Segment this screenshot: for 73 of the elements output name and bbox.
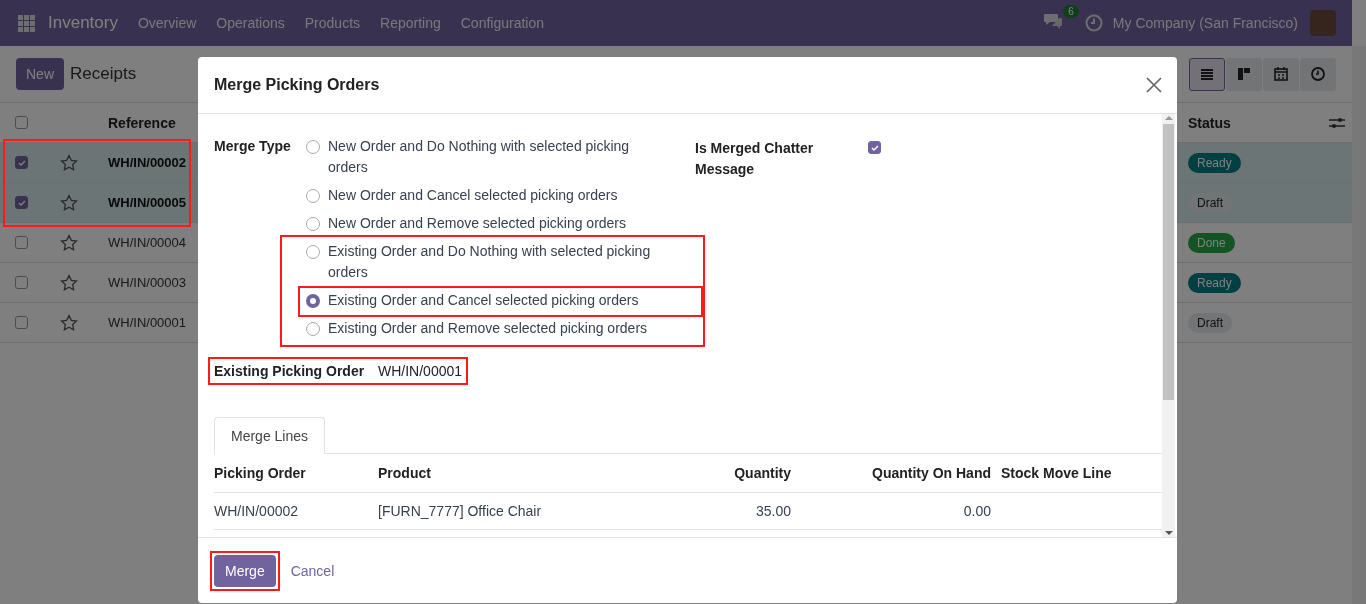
- close-icon: [1145, 76, 1163, 94]
- calendar-view-icon: [1272, 65, 1290, 83]
- check-icon: [16, 157, 27, 168]
- page-title: Receipts: [70, 64, 137, 84]
- column-header[interactable]: Reference: [108, 114, 176, 131]
- close-button[interactable]: [1145, 76, 1163, 94]
- radio-label[interactable]: New Order and Do Nothing with selected picking orders: [328, 136, 668, 178]
- status-badge: Ready: [1188, 152, 1241, 173]
- kanban-view-icon: [1235, 65, 1253, 83]
- check-icon: [16, 197, 27, 208]
- radio-label[interactable]: New Order and Remove selected picking orders: [328, 213, 627, 234]
- scroll-up-arrow-icon[interactable]: [1163, 114, 1174, 122]
- scrollbar[interactable]: [1162, 114, 1175, 537]
- radio-label[interactable]: Existing Order and Remove selected picking orders: [328, 318, 648, 339]
- row-checkbox[interactable]: [15, 316, 28, 329]
- row-checkbox[interactable]: [15, 156, 28, 169]
- chatter-checkbox[interactable]: [868, 141, 881, 154]
- radio-button[interactable]: [306, 322, 320, 336]
- view-switch-button[interactable]: [1300, 57, 1336, 91]
- row-checkbox[interactable]: [15, 236, 28, 249]
- reference-cell: WH/IN/00005: [108, 195, 187, 210]
- reference-cell: WH/IN/00003: [108, 275, 187, 290]
- radio-label[interactable]: Existing Order and Cancel selected picking orders: [328, 290, 639, 311]
- check-icon: [869, 142, 880, 153]
- star-icon[interactable]: [60, 313, 78, 332]
- cancel-button[interactable]: Cancel: [279, 554, 346, 587]
- merge-button[interactable]: Merge: [214, 554, 276, 587]
- row-checkbox[interactable]: [15, 276, 28, 289]
- table-cell: 0.00: [963, 503, 991, 519]
- message-count-badge: 6: [1063, 5, 1079, 18]
- view-switch-button[interactable]: [1189, 57, 1225, 91]
- view-switch-button[interactable]: [1263, 57, 1299, 91]
- status-badge: Done: [1188, 232, 1235, 253]
- status-badge: Ready: [1188, 272, 1241, 293]
- radio-button[interactable]: [306, 217, 320, 231]
- column-header[interactable]: Product: [378, 454, 628, 493]
- table-cell: WH/IN/00002: [214, 503, 299, 519]
- clock-icon: [1309, 65, 1327, 83]
- radio-label[interactable]: Existing Order and Do Nothing with selected picking orders: [328, 241, 668, 283]
- radio-button[interactable]: [306, 189, 320, 203]
- radio-button[interactable]: [306, 294, 320, 308]
- field-label: Merge Type: [214, 138, 292, 156]
- star-icon[interactable]: [60, 193, 78, 212]
- field-label: Is Merged Chatter Message: [695, 139, 815, 179]
- column-header[interactable]: Quantity On Hand: [791, 454, 991, 493]
- table-cell: [FURN_7777] Office Chair: [378, 503, 542, 519]
- star-icon[interactable]: [60, 153, 78, 172]
- status-badge: Draft: [1188, 192, 1232, 213]
- star-icon[interactable]: [60, 273, 78, 292]
- column-header[interactable]: Quantity: [628, 454, 791, 493]
- dialog-title: Merge Picking Orders: [214, 76, 380, 94]
- status-badge: Draft: [1188, 312, 1232, 333]
- picking-order-field[interactable]: WH/IN/00001: [378, 363, 463, 379]
- view-switch-button[interactable]: [1226, 57, 1262, 91]
- chat-icon[interactable]: [1042, 11, 1063, 30]
- scrollbar[interactable]: [1352, 46, 1366, 604]
- radio-label[interactable]: New Order and Cancel selected picking orders: [328, 185, 618, 206]
- field-label: Existing Picking Order: [214, 363, 366, 379]
- radio-button[interactable]: [306, 140, 320, 154]
- select-all-checkbox[interactable]: [15, 116, 28, 129]
- reference-cell: WH/IN/00002: [108, 155, 187, 170]
- scroll-down-arrow-icon[interactable]: [1163, 529, 1174, 537]
- clock-icon[interactable]: [1084, 14, 1103, 32]
- reference-cell: WH/IN/00004: [108, 235, 187, 250]
- tab[interactable]: Merge Lines: [214, 417, 326, 454]
- column-header[interactable]: Picking Order: [214, 454, 378, 493]
- table-cell: 35.00: [755, 503, 791, 519]
- star-icon[interactable]: [60, 233, 78, 252]
- radio-button[interactable]: [306, 245, 320, 259]
- apps-menu-icon[interactable]: [18, 14, 35, 32]
- column-header[interactable]: Status: [1188, 114, 1231, 131]
- reference-cell: WH/IN/00001: [108, 315, 187, 330]
- row-checkbox[interactable]: [15, 196, 28, 209]
